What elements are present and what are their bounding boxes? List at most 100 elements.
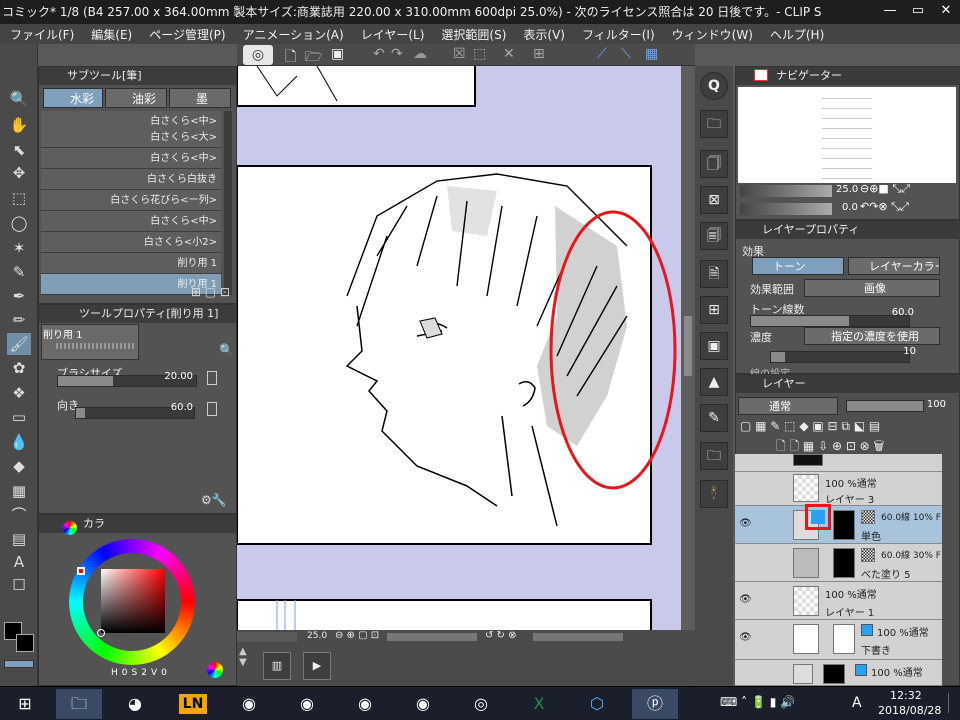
balloon-icon[interactable]: ☐ bbox=[7, 574, 31, 596]
chrome-icon[interactable]: ◉ bbox=[342, 689, 388, 719]
pencil-icon[interactable]: ✏ bbox=[7, 309, 31, 331]
show-desktop-button[interactable] bbox=[948, 693, 958, 713]
chrome-icon[interactable]: ◉ bbox=[226, 689, 272, 719]
redo-icon[interactable]: ↷ bbox=[391, 46, 403, 62]
menu-view[interactable]: 表示(V) bbox=[513, 26, 572, 43]
brush-item[interactable]: 白さくら白抜き bbox=[41, 169, 221, 190]
save-icon[interactable]: ▣ bbox=[331, 46, 344, 62]
layer-row[interactable]: 100 %通常 bbox=[735, 660, 942, 686]
tray-icons[interactable]: ⌨ ˄ 🔋 ▮ 🔊 bbox=[720, 695, 795, 709]
rotate-controls-icon[interactable]: ↺ ↻ ⊗ bbox=[485, 630, 517, 641]
visibility-eye-icon[interactable]: 👁 bbox=[739, 594, 752, 605]
wand-icon[interactable]: ✶ bbox=[7, 237, 31, 259]
navigator-preview[interactable] bbox=[738, 87, 956, 183]
tab-watercolor[interactable]: 水彩 bbox=[43, 88, 103, 108]
canvas-vertical-scrollbar[interactable] bbox=[681, 66, 695, 630]
airbrush-icon[interactable]: ✿ bbox=[7, 357, 31, 379]
zoom-slider[interactable] bbox=[387, 633, 477, 641]
menu-help[interactable]: ヘルプ(H) bbox=[760, 26, 831, 43]
undo-icon[interactable]: ↶ bbox=[373, 46, 385, 62]
minimize-button[interactable]: — bbox=[876, 0, 904, 24]
snap-grid-icon[interactable]: ▦ bbox=[645, 46, 658, 62]
3d-app-icon[interactable]: ⬡ bbox=[574, 689, 620, 719]
eraser-icon[interactable]: ▭ bbox=[7, 406, 31, 428]
navigator-rotate-buttons-icon[interactable]: ↶↷⊗ ⤡⤢ bbox=[860, 200, 909, 214]
operation-icon[interactable]: ⬉ bbox=[7, 139, 31, 161]
pen-icon[interactable]: ✒ bbox=[7, 285, 31, 307]
windows-start-icon[interactable]: ⊞ bbox=[2, 689, 48, 719]
cloud-icon[interactable]: ☁ bbox=[413, 46, 427, 62]
invert-selection-icon[interactable]: ⊞ bbox=[533, 46, 545, 62]
media-player-icon[interactable]: ◕ bbox=[112, 689, 158, 719]
frame-icon[interactable]: ▤ bbox=[7, 528, 31, 550]
material-icon[interactable]: ▣ bbox=[700, 332, 728, 360]
color-settings-icon[interactable] bbox=[207, 662, 223, 678]
settings-icon[interactable]: ⚙🔧 bbox=[201, 493, 227, 507]
page-manager-icon[interactable]: 🗐 bbox=[700, 222, 728, 250]
gradient-icon[interactable]: ▦ bbox=[7, 480, 31, 502]
effect-range-select[interactable]: 画像 bbox=[804, 279, 940, 297]
page-icon[interactable]: 🗍 bbox=[700, 150, 728, 178]
menu-window[interactable]: ウィンドウ(W) bbox=[662, 26, 760, 43]
3d-model-icon[interactable]: 🕴 bbox=[700, 480, 728, 508]
brush-size-dynamics[interactable] bbox=[207, 371, 217, 385]
sub-view-icon[interactable]: ⊞ bbox=[700, 296, 728, 324]
folder-icon[interactable]: 🗀 bbox=[700, 110, 728, 138]
navigator-zoom-slider[interactable] bbox=[740, 185, 832, 197]
close-button[interactable]: ✕ bbox=[932, 0, 960, 24]
layer-row[interactable]: 👁 100 %通常 レイヤー 1 bbox=[735, 582, 942, 620]
brush-item[interactable]: 白さくら<大> bbox=[41, 127, 221, 148]
transform-icon[interactable]: ⬚ bbox=[473, 46, 486, 62]
color-wheel-tab-icon[interactable] bbox=[63, 521, 77, 535]
layer-row[interactable]: 100 %通常 レイヤー 3 bbox=[735, 472, 942, 506]
sub-color-swatch[interactable] bbox=[16, 634, 34, 652]
scroll-arrows-icon[interactable]: ▲ ▼ bbox=[239, 646, 247, 668]
zoom-controls-icon[interactable]: ⊖ ⊕ ▢ ⊡ bbox=[335, 630, 379, 641]
clip-studio-icon[interactable]: ◎ bbox=[243, 45, 273, 65]
clip-studio-paint-icon[interactable]: ⓟ bbox=[632, 689, 678, 719]
blend-mode-select[interactable]: 通常 bbox=[738, 397, 838, 415]
menu-layer[interactable]: レイヤー(L) bbox=[351, 26, 432, 43]
file-explorer-icon[interactable]: 🗀 bbox=[56, 689, 102, 719]
hue-handle[interactable] bbox=[77, 567, 85, 575]
snap-ruler-icon[interactable]: ⟋ bbox=[597, 46, 607, 62]
layer-row[interactable]: 60.0線 30% F べた塗り 5 bbox=[735, 544, 942, 582]
hand-icon[interactable]: ✋ bbox=[7, 114, 31, 136]
image-material-icon[interactable]: ▲ bbox=[700, 368, 728, 396]
chrome-icon[interactable]: ◉ bbox=[284, 689, 330, 719]
navigator-zoom-buttons-icon[interactable]: ⊖⊕■ ⤡⤢ bbox=[860, 182, 910, 196]
chrome-icon[interactable]: ◉ bbox=[400, 689, 446, 719]
menu-page[interactable]: ページ管理(P) bbox=[139, 26, 232, 43]
navigator-tab-icon[interactable] bbox=[754, 69, 768, 81]
decoration-icon[interactable]: ❖ bbox=[7, 382, 31, 404]
brush-item[interactable]: 白さくら花びら<ー列> bbox=[41, 190, 221, 211]
deselect-icon[interactable]: ✕ bbox=[503, 46, 515, 62]
density-select[interactable]: 指定の濃度を使用 bbox=[804, 327, 940, 345]
timeline-icon[interactable]: ▥ bbox=[263, 652, 291, 680]
select-icon[interactable]: ◯ bbox=[7, 212, 31, 234]
blend-icon[interactable]: 💧 bbox=[7, 431, 31, 453]
subtool-menu-icons[interactable]: ⊞ ▢ ⊡ bbox=[191, 285, 230, 299]
tab-ink[interactable]: 墨 bbox=[169, 88, 231, 108]
visibility-eye-icon[interactable]: 👁 bbox=[739, 518, 752, 529]
fill-icon[interactable]: ◆ bbox=[7, 455, 31, 477]
layer-row[interactable]: 👁 100 %通常 下書き bbox=[735, 620, 942, 660]
visibility-eye-icon[interactable]: 👁 bbox=[739, 632, 752, 643]
layer-search-icon[interactable]: 🗎 bbox=[700, 260, 728, 288]
saturation-value-square[interactable] bbox=[101, 569, 165, 633]
brush-item[interactable]: 白さくら<中> bbox=[41, 148, 221, 169]
opacity-slider[interactable] bbox=[846, 400, 924, 412]
zoom-icon[interactable]: 🔍 bbox=[7, 88, 31, 110]
animation-cels-icon[interactable]: ▶ bbox=[303, 652, 331, 680]
clip-studio-q-icon[interactable]: Q bbox=[700, 72, 728, 100]
brush-icon[interactable]: 🖌 bbox=[7, 333, 31, 355]
layer-row-partial[interactable] bbox=[735, 454, 942, 472]
tone-effect-button[interactable]: トーン bbox=[752, 257, 844, 275]
brush-item[interactable]: 白さくら<中> bbox=[41, 211, 221, 232]
eyedropper-icon[interactable]: ✎ bbox=[7, 261, 31, 283]
rotate-slider[interactable] bbox=[533, 633, 623, 641]
snap-special-ruler-icon[interactable]: ⟍ bbox=[621, 46, 631, 62]
clip-studio-icon[interactable]: ◎ bbox=[458, 689, 504, 719]
menu-animation[interactable]: アニメーション(A) bbox=[233, 26, 351, 43]
subtool-scrollbar[interactable] bbox=[224, 111, 232, 295]
